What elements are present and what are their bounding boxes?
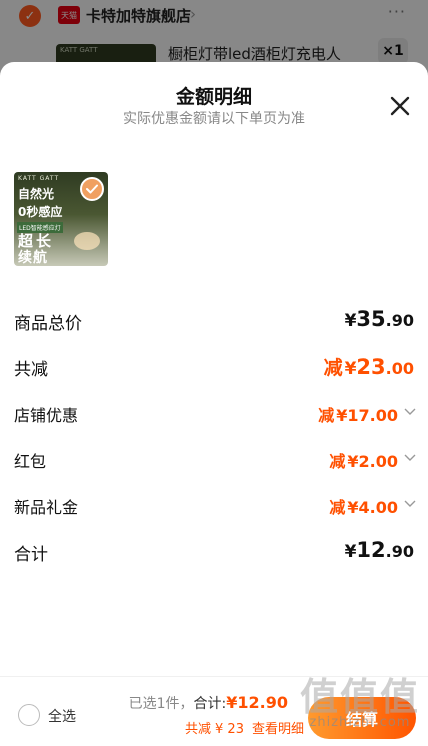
product-image-brand: KATT GATT (18, 175, 60, 182)
total-price-value: ¥35.90 (344, 307, 414, 331)
selected-summary: 已选1件，合计:¥12.90 (129, 693, 288, 713)
selected-count: 已选1件， (128, 696, 194, 712)
row-total-reduce: 共减 减 ¥23.00 (14, 351, 414, 381)
chevron-down-icon[interactable] (404, 408, 416, 416)
product-image-text: 自然光 (18, 187, 55, 201)
row-label: 商品总价 (14, 314, 82, 334)
select-all-label[interactable]: 全选 (48, 706, 76, 726)
row-label: 红包 (14, 452, 47, 471)
select-all-radio[interactable] (18, 704, 40, 726)
product-image-text: 续航 (18, 250, 48, 266)
amount-detail-sheet: 金额明细 实际优惠金额请以下单页为准 KATT GATT 自然光 0秒感应 LE… (0, 62, 428, 746)
reduced-label: 共减 (185, 722, 212, 737)
store-discount-value: 减 ¥17.00 (318, 406, 398, 425)
view-detail-link[interactable]: 查看明细 (252, 722, 304, 737)
row-sum: 合计 ¥12.90 (14, 536, 414, 566)
close-button[interactable] (388, 94, 412, 118)
row-label: 新品礼金 (14, 498, 79, 517)
product-image-text: 0秒感应 (18, 205, 63, 219)
bottom-total-value: ¥12.90 (226, 693, 288, 712)
reduced-value: ¥ 23 (215, 722, 244, 737)
red-packet-value: 减 ¥2.00 (329, 452, 398, 471)
sheet-subtitle: 实际优惠金额请以下单页为准 (123, 111, 305, 127)
checkout-button[interactable]: 结算 (308, 697, 416, 739)
new-gift-value: 减 ¥4.00 (329, 498, 398, 517)
row-label: 店铺优惠 (14, 406, 79, 425)
row-store-discount[interactable]: 店铺优惠 减 ¥17.00 (14, 398, 416, 428)
sheet-title: 金额明细 (175, 86, 252, 108)
lamp-glow (74, 232, 100, 250)
close-icon (390, 96, 410, 116)
row-label: 共减 (14, 360, 48, 380)
total-reduce-value: 减 ¥23.00 (323, 355, 414, 379)
chevron-down-icon[interactable] (404, 454, 416, 462)
checkout-bar: 全选 已选1件，合计:¥12.90 共减 ¥ 23 查看明细 结算 (0, 676, 428, 746)
row-new-gift[interactable]: 新品礼金 减 ¥4.00 (14, 490, 416, 520)
total-label: 合计: (193, 696, 227, 712)
row-label: 合计 (14, 545, 48, 565)
reduced-summary: 共减 ¥ 23 查看明细 (185, 718, 304, 737)
chevron-down-icon[interactable] (404, 500, 416, 508)
product-image[interactable]: KATT GATT 自然光 0秒感应 LED智能感应灯 超长 续航 (14, 172, 108, 266)
sum-value: ¥12.90 (344, 538, 414, 562)
row-red-packet[interactable]: 红包 减 ¥2.00 (14, 444, 416, 474)
row-total-price: 商品总价 ¥35.90 (14, 305, 414, 335)
selected-check-icon (80, 177, 104, 201)
